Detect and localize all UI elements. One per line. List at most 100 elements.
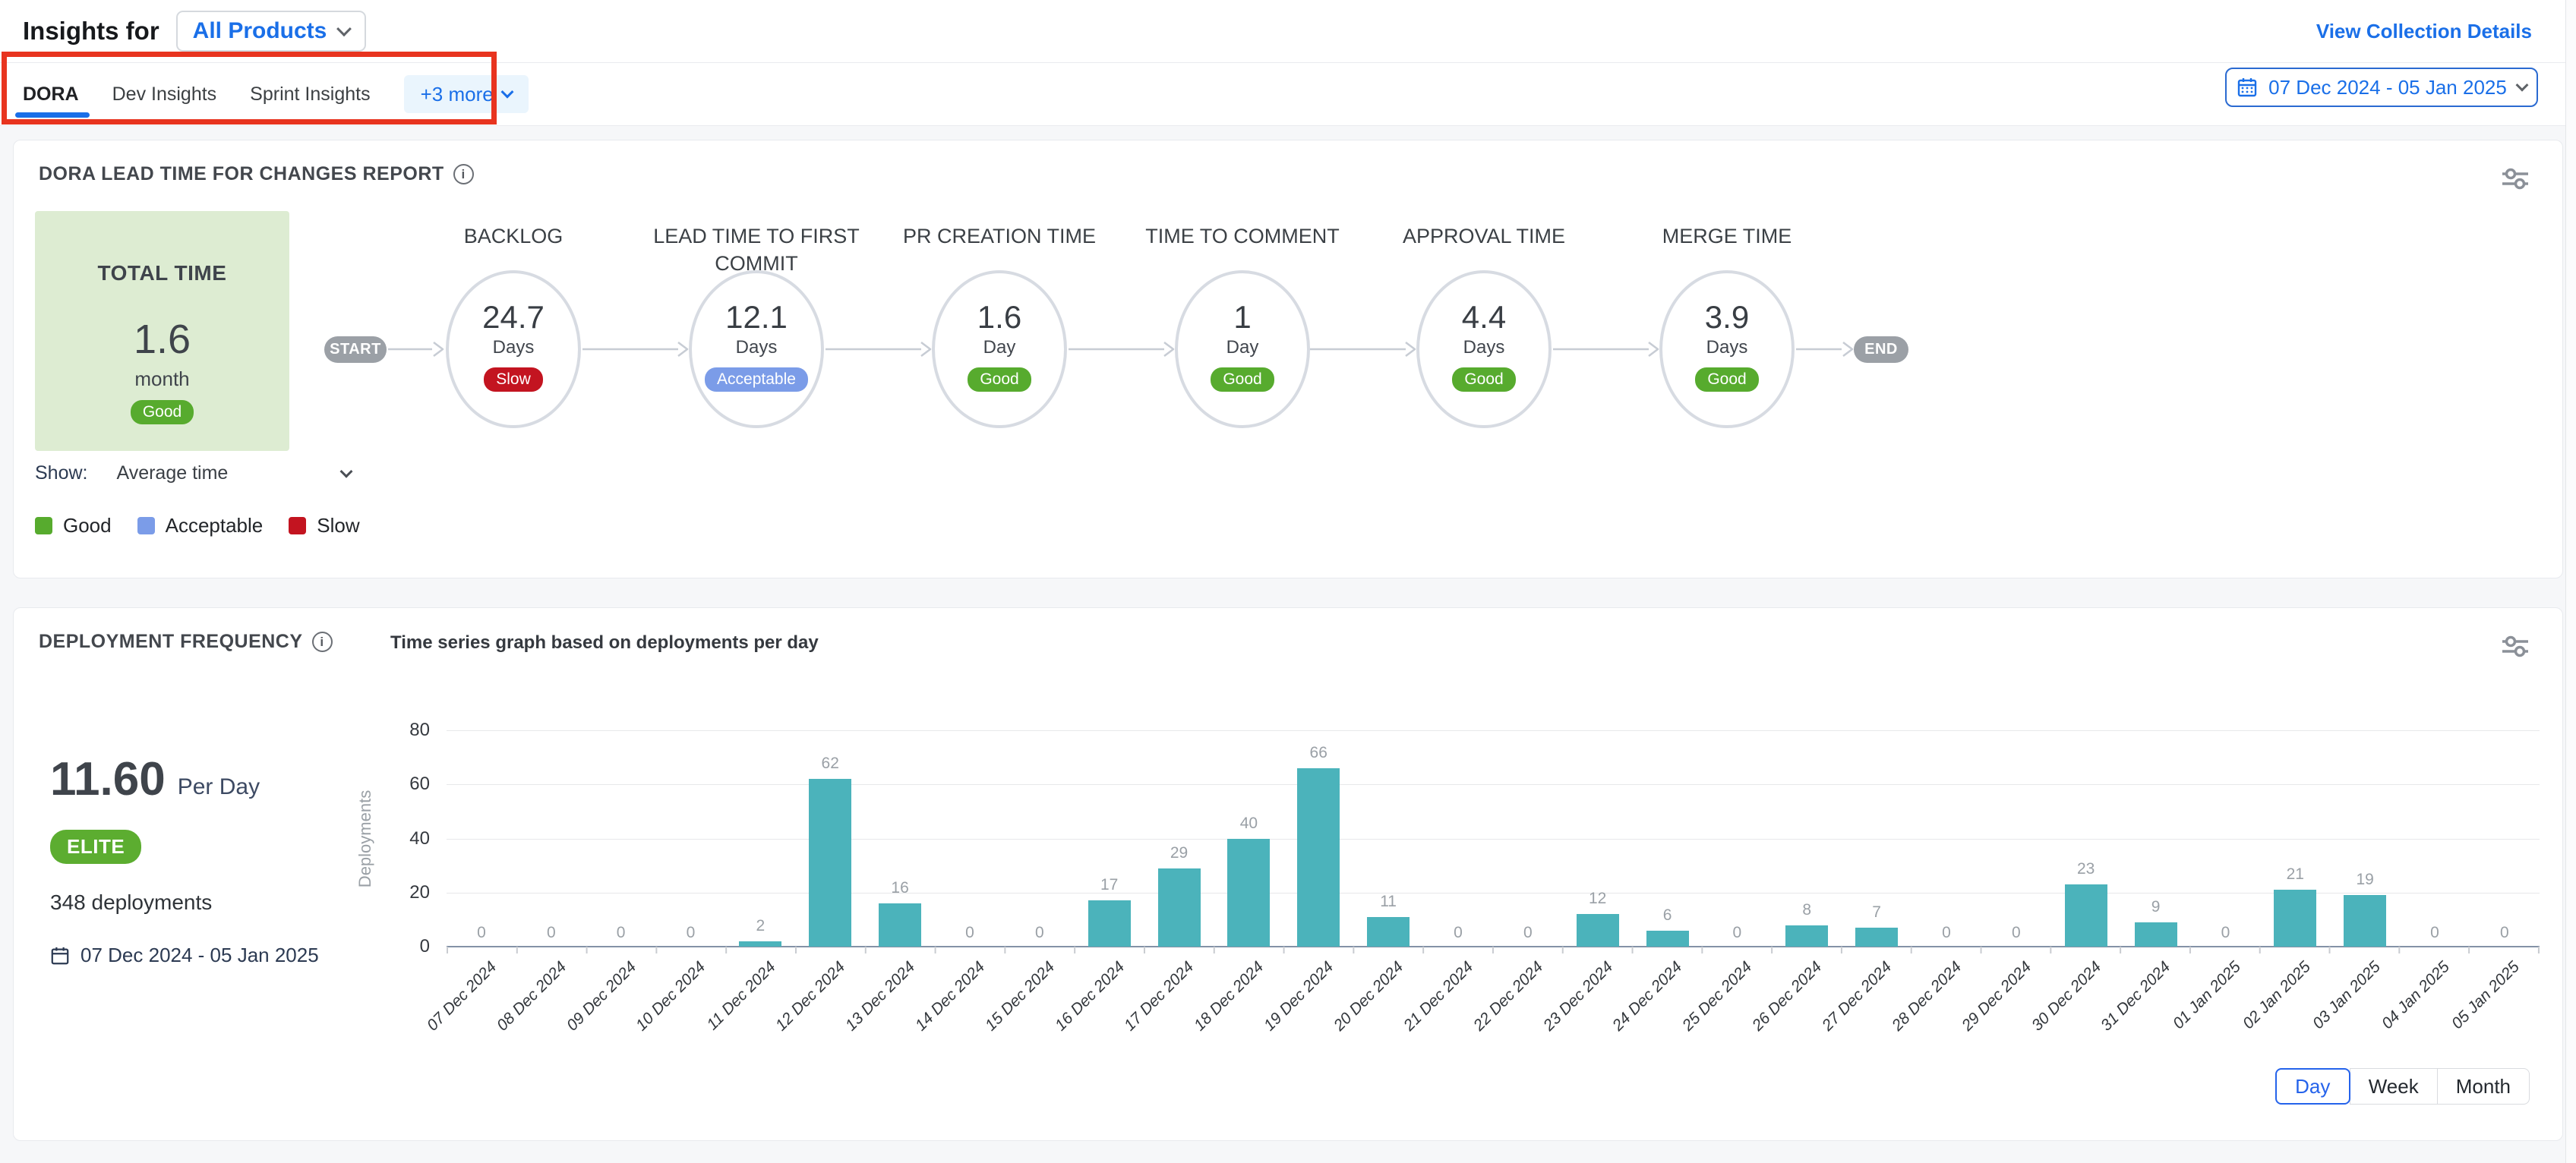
date-range-picker[interactable]: 07 Dec 2024 - 05 Jan 2025 — [2225, 68, 2538, 107]
tab-sprint-insights[interactable]: Sprint Insights — [250, 63, 370, 125]
stage-value: 4.4 — [1419, 299, 1548, 336]
chart-slot: 014 Dec 2024 — [935, 730, 1005, 947]
tab-dora[interactable]: DORA — [23, 63, 79, 125]
chart-slot: 029 Dec 2024 — [1981, 730, 2051, 947]
stage-name: APPROVAL TIME — [1370, 222, 1598, 250]
deployment-bar[interactable] — [2274, 890, 2316, 947]
chart-slot: 028 Dec 2024 — [1911, 730, 1981, 947]
deployment-bar[interactable] — [1227, 839, 1270, 947]
deployment-bar[interactable] — [1785, 925, 1828, 947]
chart-slot: 008 Dec 2024 — [516, 730, 586, 947]
bar-value-label: 0 — [547, 924, 556, 942]
bar-value-label: 0 — [2430, 924, 2439, 942]
x-tick-label: 17 Dec 2024 — [1121, 958, 1198, 1035]
stage-node: 4.4DaysGood — [1416, 270, 1552, 428]
flow-end-pill: END — [1854, 336, 1908, 363]
legend-item-good: Good — [35, 514, 112, 537]
bar-value-label: 11 — [1380, 893, 1397, 911]
chevron-down-icon — [2515, 79, 2528, 92]
bar-value-label: 66 — [1310, 744, 1327, 762]
more-tabs-dropdown[interactable]: +3 more — [404, 75, 529, 113]
deployment-bar[interactable] — [809, 779, 851, 947]
chart-slot: 1223 Dec 2024 — [1563, 730, 1633, 947]
bar-value-label: 0 — [687, 924, 696, 942]
y-tick-label: 20 — [377, 882, 430, 903]
bar-value-label: 7 — [1872, 903, 1881, 922]
deployment-bar[interactable] — [1367, 917, 1410, 947]
deployment-bar[interactable] — [1297, 768, 1340, 947]
acceptable-color-swatch — [137, 517, 155, 534]
x-tick-label: 22 Dec 2024 — [1470, 958, 1547, 1035]
calendar-icon — [50, 946, 70, 966]
chart-slot: 010 Dec 2024 — [656, 730, 726, 947]
month-toggle-button[interactable]: Month — [2437, 1068, 2530, 1105]
chart-slot: 931 Dec 2024 — [2121, 730, 2191, 947]
deployment-bar[interactable] — [1855, 928, 1898, 947]
y-tick-label: 60 — [377, 774, 430, 795]
x-tick-label: 15 Dec 2024 — [982, 958, 1059, 1035]
bar-value-label: 19 — [2356, 871, 2373, 889]
chart-slot: 001 Jan 2025 — [2190, 730, 2260, 947]
bar-value-label: 0 — [2012, 924, 2021, 942]
deployment-bar[interactable] — [2135, 922, 2177, 947]
granularity-toggle: DayWeekMonth — [2275, 1068, 2530, 1105]
x-tick-label: 31 Dec 2024 — [2098, 958, 2174, 1035]
date-range-value: 07 Dec 2024 - 05 Jan 2025 — [2268, 76, 2507, 99]
bar-value-label: 0 — [1523, 924, 1533, 942]
bar-value-label: 0 — [1733, 924, 1742, 942]
deployment-bar[interactable] — [1158, 868, 1201, 947]
deployments-total: 348 deployments — [50, 890, 212, 915]
deployment-bar[interactable] — [1646, 931, 1689, 947]
y-tick-label: 40 — [377, 828, 430, 849]
chart-settings-icon[interactable] — [2500, 166, 2530, 191]
chart-settings-icon[interactable] — [2500, 634, 2530, 658]
x-tick-label: 28 Dec 2024 — [1889, 958, 1965, 1035]
total-time-unit: month — [35, 367, 289, 391]
product-selector-dropdown[interactable]: All Products — [176, 11, 367, 52]
show-dropdown[interactable]: Show: Average time — [35, 462, 351, 484]
chart-slot: 2330 Dec 2024 — [2051, 730, 2121, 947]
stage-node: 24.7DaysSlow — [446, 270, 581, 428]
lead-time-panel-title: DORA LEAD TIME FOR CHANGES REPORT i — [39, 163, 474, 185]
day-toggle-button[interactable]: Day — [2275, 1068, 2350, 1105]
bar-value-label: 23 — [2077, 860, 2095, 878]
x-tick-label: 29 Dec 2024 — [1959, 958, 2035, 1035]
legend-label: Good — [63, 514, 112, 537]
stage-node: 12.1DaysAcceptable — [689, 270, 824, 428]
stage-value: 12.1 — [692, 299, 821, 336]
deployment-bar[interactable] — [1088, 900, 1131, 947]
deployments-bar-chart: Deployments 020406080 007 Dec 2024008 De… — [447, 730, 2540, 947]
deployment-bar[interactable] — [2065, 884, 2107, 947]
show-label: Show: — [35, 462, 87, 484]
stage-name: MERGE TIME — [1613, 222, 1841, 250]
stage-unit: Days — [1419, 337, 1548, 358]
total-time-value: 1.6 — [35, 316, 289, 363]
deployment-bar[interactable] — [879, 903, 921, 947]
week-toggle-button[interactable]: Week — [2350, 1068, 2438, 1105]
chart-slot: 1613 Dec 2024 — [865, 730, 935, 947]
tab-dev-insights[interactable]: Dev Insights — [112, 63, 217, 125]
calendar-icon — [2237, 77, 2258, 98]
page-header: Insights for All Products View Collectio… — [0, 0, 2576, 63]
info-icon[interactable]: i — [312, 632, 333, 652]
stage-unit: Days — [692, 337, 821, 358]
deployment-bar[interactable] — [739, 941, 781, 947]
x-tick-label: 07 Dec 2024 — [424, 958, 500, 1035]
stage-node: 3.9DaysGood — [1659, 270, 1795, 428]
deployment-bar[interactable] — [2344, 895, 2386, 947]
bar-value-label: 0 — [965, 924, 974, 942]
stage-unit: Day — [935, 337, 1064, 358]
stage-value: 1.6 — [935, 299, 1064, 336]
page-scrollbar[interactable] — [2565, 0, 2576, 1163]
chart-slot: 007 Dec 2024 — [447, 730, 516, 947]
bar-value-label: 40 — [1240, 815, 1258, 833]
x-tick-label: 12 Dec 2024 — [772, 958, 849, 1035]
deployment-date-range: 07 Dec 2024 - 05 Jan 2025 — [50, 944, 319, 967]
chart-slot: 826 Dec 2024 — [1772, 730, 1842, 947]
y-axis-title: Deployments — [354, 730, 377, 947]
bar-value-label: 9 — [2151, 898, 2161, 916]
page-title: Insights for — [23, 17, 159, 46]
info-icon[interactable]: i — [453, 164, 474, 184]
view-collection-details-link[interactable]: View Collection Details — [2316, 20, 2532, 43]
deployment-bar[interactable] — [1577, 914, 1619, 947]
